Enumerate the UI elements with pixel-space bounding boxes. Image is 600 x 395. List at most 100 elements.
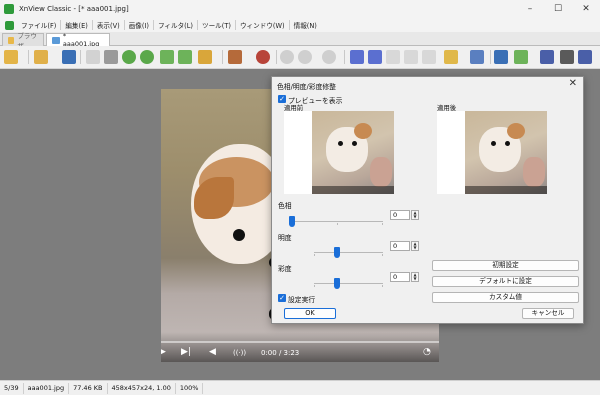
tab-image[interactable]: * aaa001.jpg	[46, 32, 110, 48]
save-icon[interactable]	[62, 50, 76, 64]
menu-image[interactable]: 画像(I)	[125, 20, 153, 30]
window-controls: – ☐ ✕	[516, 0, 600, 18]
menu-window[interactable]: ウィンドウ(W)	[236, 20, 289, 30]
toolbar-separator	[276, 50, 277, 64]
first-image-icon[interactable]	[386, 50, 400, 64]
minimize-button[interactable]: –	[516, 0, 544, 18]
ok-button[interactable]: OK	[284, 308, 336, 319]
menu-info[interactable]: 情報(N)	[290, 20, 321, 30]
open-with-icon[interactable]	[514, 50, 528, 64]
initial-setting-button[interactable]: 初期設定	[432, 260, 579, 271]
menu-file[interactable]: ファイル(F)	[17, 20, 60, 30]
saturation-slider-thumb[interactable]	[334, 278, 340, 289]
next-image-icon[interactable]	[368, 50, 382, 64]
status-index: 5/39	[0, 382, 24, 394]
hue-value-input[interactable]: 0	[390, 210, 410, 220]
hue-spin-button[interactable]: ▲ ▼	[411, 210, 419, 220]
scan-icon[interactable]	[578, 50, 592, 64]
tab-bar: ブラウザ * aaa001.jpg	[0, 32, 600, 50]
slider-tick	[382, 285, 383, 287]
status-zoom: 100%	[176, 382, 204, 394]
apply-setting-label: 設定実行	[288, 296, 316, 304]
preview-after	[437, 111, 547, 194]
menu-tools[interactable]: ツール(T)	[198, 20, 235, 30]
toolbar-separator	[344, 50, 345, 64]
image-icon	[52, 36, 60, 44]
cancel-button[interactable]: キャンセル	[522, 308, 574, 319]
preview-dog-eye	[338, 141, 343, 146]
preview-before	[284, 111, 394, 194]
play-icon: ▶	[161, 347, 166, 357]
email-icon[interactable]	[178, 50, 192, 64]
apply-setting-checkbox[interactable]: ✓	[278, 294, 286, 302]
video-time: 0:00 / 3:23	[261, 349, 300, 357]
tab-browser[interactable]: ブラウザ	[2, 32, 44, 50]
fullscreen-icon[interactable]	[422, 50, 436, 64]
slider-tick	[314, 254, 315, 256]
binoculars-icon[interactable]	[540, 50, 554, 64]
maximize-button[interactable]: ☐	[544, 0, 572, 18]
hue-saturation-dialog: 色相/明度/彩度修整 ✕ ✓ プレビューを表示 適用前 適用後 色相 0 ▲ ▼ …	[271, 76, 584, 324]
image-properties-icon[interactable]	[444, 50, 458, 64]
compare-icon[interactable]	[470, 50, 484, 64]
close-window-button[interactable]: ✕	[572, 0, 600, 18]
video-player-bar: ▶ ▶| ◀ ((·)) 0:00 / 3:23 ◔	[161, 332, 439, 362]
saturation-label: 彩度	[278, 265, 292, 273]
dog-image-eye	[233, 229, 245, 241]
video-progress-bar	[161, 341, 439, 343]
next-icon: ▶|	[181, 347, 191, 357]
browse-icon[interactable]	[4, 50, 18, 64]
brightness-label: 明度	[278, 234, 292, 242]
status-dimensions: 458x457x24, 1.00	[108, 382, 176, 394]
toolbar-separator	[222, 50, 223, 64]
show-preview-checkbox[interactable]: ✓	[278, 95, 286, 103]
hue-slider-thumb[interactable]	[289, 216, 295, 227]
preview-hand	[370, 157, 392, 187]
cast-icon: ((·))	[233, 349, 247, 357]
previous-image-icon[interactable]	[350, 50, 364, 64]
brightness-spin-button[interactable]: ▲ ▼	[411, 241, 419, 251]
undo-icon[interactable]	[86, 50, 100, 64]
preview-dog-ear	[507, 123, 525, 139]
preview-dog-eye	[352, 141, 357, 146]
preview-dog-eye	[505, 141, 510, 146]
xnview-menu-icon[interactable]	[5, 20, 14, 30]
zoom-fit-icon[interactable]	[322, 50, 336, 64]
zoom-out-icon[interactable]	[298, 50, 312, 64]
slider-tick	[382, 223, 383, 225]
brightness-slider-track[interactable]	[314, 252, 383, 253]
capture-icon[interactable]	[256, 50, 270, 64]
saturation-spin-button[interactable]: ▲ ▼	[411, 272, 419, 282]
print-icon[interactable]	[560, 50, 574, 64]
preview-player-bar	[465, 186, 547, 194]
menu-edit[interactable]: 編集(E)	[61, 20, 92, 30]
brightness-slider-thumb[interactable]	[334, 247, 340, 258]
brightness-value-input[interactable]: 0	[390, 241, 410, 251]
saturation-value-input[interactable]: 0	[390, 272, 410, 282]
folder-icon	[8, 36, 15, 44]
toolbar-separator	[490, 50, 491, 64]
zoom-in-icon[interactable]	[280, 50, 294, 64]
default-setting-button[interactable]: デフォルトに設定	[432, 276, 579, 287]
custom-value-button[interactable]: カスタム値	[432, 292, 579, 303]
hue-slider-track[interactable]	[291, 221, 383, 222]
export-icon[interactable]	[160, 50, 174, 64]
preview-hand	[523, 157, 545, 187]
hue-label: 色相	[278, 202, 292, 210]
slider-tick	[337, 223, 338, 225]
last-image-icon[interactable]	[404, 50, 418, 64]
rotate-left-icon[interactable]	[122, 50, 136, 64]
slideshow-icon[interactable]	[228, 50, 242, 64]
preview-before-image	[312, 111, 394, 194]
menu-view[interactable]: 表示(V)	[93, 20, 124, 30]
preview-player-bar	[312, 186, 394, 194]
resize-icon[interactable]	[494, 50, 508, 64]
batch-icon[interactable]	[198, 50, 212, 64]
close-icon[interactable]: ✕	[569, 78, 577, 89]
open-folder-icon[interactable]	[34, 50, 48, 64]
menu-filter[interactable]: フィルタ(L)	[154, 20, 197, 30]
rotate-right-icon[interactable]	[140, 50, 154, 64]
crop-icon[interactable]	[104, 50, 118, 64]
preview-after-image	[465, 111, 547, 194]
saturation-slider-track[interactable]	[314, 283, 383, 284]
